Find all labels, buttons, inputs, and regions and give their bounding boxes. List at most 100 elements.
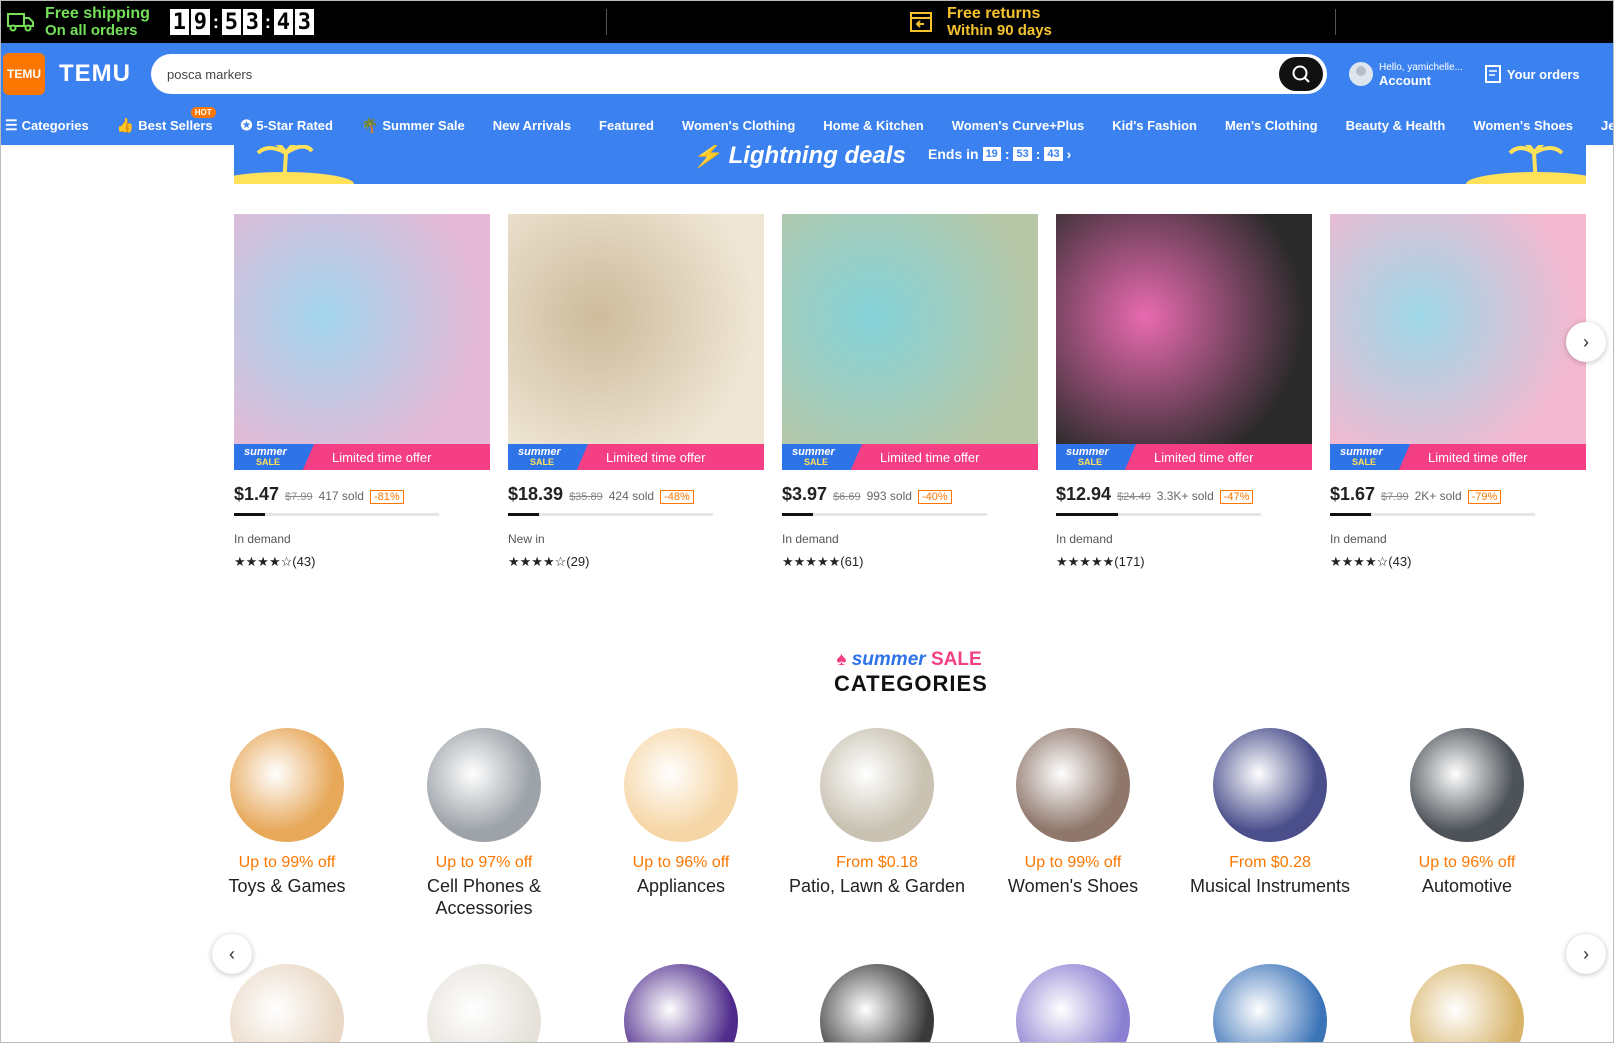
category-image[interactable] — [1016, 728, 1130, 842]
nav-beauty-health[interactable]: Beauty & Health — [1332, 105, 1460, 145]
category-item[interactable]: Up to 97% off Cell Phones & Accessories — [384, 728, 584, 919]
stock-progress-bar — [1056, 513, 1261, 516]
category-image[interactable] — [1410, 964, 1524, 1042]
category-name: Cell Phones & Accessories — [426, 876, 542, 918]
timer-digit: 3 — [294, 9, 314, 35]
thumbs-up-icon: 👍 — [116, 116, 135, 133]
countdown-minutes: 53 — [1013, 147, 1032, 161]
category-image[interactable] — [1016, 964, 1130, 1042]
category-image[interactable] — [820, 728, 934, 842]
nav-home-kitchen[interactable]: Home & Kitchen — [809, 105, 937, 145]
review-count: (171) — [1114, 554, 1145, 569]
orders-link[interactable]: Your orders — [1484, 65, 1580, 83]
price-row: $1.47 $7.99 417 sold -81% — [234, 484, 490, 505]
categories-next-button[interactable]: › — [1566, 934, 1606, 974]
category-name: Toys & Games — [228, 876, 346, 896]
category-nav: ☰ Categories 👍 Best Sellers HOT ✪ 5-Star Rat… — [1, 105, 1613, 145]
lightning-countdown: Ends in 19: 53: 43 › — [928, 146, 1072, 162]
category-image[interactable] — [230, 964, 344, 1042]
nav-five-star[interactable]: ✪ 5-Star Rated — [227, 105, 347, 145]
category-image[interactable] — [230, 728, 344, 842]
category-image[interactable] — [1410, 728, 1524, 842]
search-input[interactable] — [167, 66, 1247, 82]
free-returns-promo[interactable]: Free returns Within 90 days — [909, 5, 1335, 39]
nav-label: Women's Clothing — [681, 117, 796, 133]
temu-logo[interactable]: TEMU — [3, 53, 45, 95]
nav-categories[interactable]: ☰ Categories — [1, 105, 103, 145]
category-item[interactable]: Up to 96% off Appliances — [581, 728, 781, 897]
product-image[interactable]: summer SALE Limited time offer — [782, 214, 1038, 470]
discount-badge: -81% — [369, 490, 404, 504]
brand-name[interactable]: TEMU — [59, 60, 151, 88]
nav-best-sellers[interactable]: 👍 Best Sellers HOT — [103, 105, 227, 145]
summer-badge-top: summer — [792, 446, 835, 458]
category-image[interactable] — [624, 728, 738, 842]
rating-stars: ★★★★★ — [1056, 554, 1115, 569]
product-card[interactable]: summer SALE Limited time offer $1.67 $7.9… — [1330, 214, 1586, 570]
ends-in-label: Ends in — [928, 146, 979, 162]
category-name: Patio, Lawn & Garden — [788, 876, 966, 896]
account-label: Account — [1379, 73, 1431, 88]
free-shipping-promo[interactable]: Free shipping On all orders 1 9 : 5 3 : … — [1, 5, 606, 39]
category-image[interactable] — [624, 964, 738, 1042]
product-image[interactable]: summer SALE Limited time offer — [508, 214, 764, 470]
nav-featured[interactable]: Featured — [585, 105, 668, 145]
rating-stars: ★★★★☆ — [1330, 554, 1389, 569]
categories-prev-button[interactable]: ‹ — [212, 934, 252, 974]
nav-new-arrivals[interactable]: New Arrivals — [479, 105, 585, 145]
category-item[interactable]: From $0.18 Patio, Lawn & Garden — [777, 728, 977, 897]
category-item[interactable]: From $0.28 Musical Instruments — [1170, 728, 1370, 897]
category-image[interactable] — [1213, 964, 1327, 1042]
product-card[interactable]: summer SALE Limited time offer $3.97 $6.6… — [782, 214, 1038, 570]
category-offer: Up to 99% off — [1024, 854, 1122, 871]
nav-summer-sale[interactable]: 🌴 Summer Sale — [347, 105, 479, 145]
category-image[interactable] — [427, 728, 541, 842]
category-image[interactable] — [427, 964, 541, 1042]
category-item[interactable]: Up to 99% off Women's Shoes — [973, 728, 1173, 897]
lightning-deals-banner[interactable]: ⚡ Lightning deals Ends in 19: 53: 43 › — [234, 145, 1586, 184]
search-bar — [151, 54, 1327, 94]
limited-offer-text: Limited time offer — [332, 449, 432, 465]
product-image[interactable]: summer SALE Limited time offer — [234, 214, 490, 470]
product-rating: ★★★★☆(43) — [1330, 554, 1586, 570]
nav-kids-fashion[interactable]: Kid's Fashion — [1098, 105, 1211, 145]
product-image[interactable]: summer SALE Limited time offer — [1056, 214, 1312, 470]
nav-womens-shoes[interactable]: Women's Shoes — [1459, 105, 1587, 145]
summer-sale-badge: summer SALE — [1056, 444, 1136, 470]
product-card[interactable]: summer SALE Limited time offer $18.39 $35… — [508, 214, 764, 570]
sale-badge-bottom: SALE — [256, 457, 281, 467]
review-count: (29) — [566, 554, 590, 569]
nav-label: Home & Kitchen — [823, 117, 924, 133]
limited-offer-badge: summer SALE Limited time offer — [782, 444, 1038, 470]
account-menu[interactable]: Hello, yamichelle... Account — [1349, 61, 1463, 87]
nav-womens-clothing[interactable]: Women's Clothing — [668, 105, 809, 145]
category-name: Women's Shoes — [1007, 876, 1139, 896]
product-card[interactable]: summer SALE Limited time offer $12.94 $24… — [1056, 214, 1312, 570]
promo-bar: Free shipping On all orders 1 9 : 5 3 : … — [1, 1, 1613, 43]
nav-label: 5-Star Rated — [256, 117, 333, 133]
categories-header: ♠ summer SALE CATEGORIES — [834, 649, 987, 697]
product-price: $12.94 — [1056, 484, 1112, 504]
original-price: $24.49 — [1117, 491, 1151, 503]
category-image[interactable] — [820, 964, 934, 1042]
summer-badge-top: summer — [1066, 446, 1109, 458]
category-image[interactable] — [1213, 728, 1327, 842]
limited-offer-badge: summer SALE Limited time offer — [1056, 444, 1312, 470]
price-row: $18.39 $35.89 424 sold -48% — [508, 484, 764, 505]
returns-line1: Free returns — [947, 5, 1041, 22]
product-card[interactable]: summer SALE Limited time offer $1.47 $7.9… — [234, 214, 490, 570]
shipping-line1: Free shipping — [45, 5, 150, 22]
search-button[interactable] — [1279, 57, 1323, 91]
summer-sale-badge: summer SALE — [1330, 444, 1410, 470]
temu-page: Free shipping On all orders 1 9 : 5 3 : … — [0, 0, 1614, 1043]
original-price: $7.99 — [285, 491, 313, 503]
limited-offer-badge: summer SALE Limited time offer — [1330, 444, 1586, 470]
summer-sale-logo: ♠ summer SALE — [834, 649, 984, 671]
nav-womens-curve[interactable]: Women's Curve+Plus — [938, 105, 1099, 145]
product-image[interactable]: summer SALE Limited time offer — [1330, 214, 1586, 470]
nav-jewelry[interactable]: Jewelry & — [1587, 105, 1613, 145]
category-item[interactable]: Up to 99% off Toys & Games — [187, 728, 387, 897]
products-next-button[interactable]: › — [1566, 322, 1606, 362]
category-item[interactable]: Up to 96% off Automotive — [1367, 728, 1567, 897]
nav-mens-clothing[interactable]: Men's Clothing — [1211, 105, 1332, 145]
